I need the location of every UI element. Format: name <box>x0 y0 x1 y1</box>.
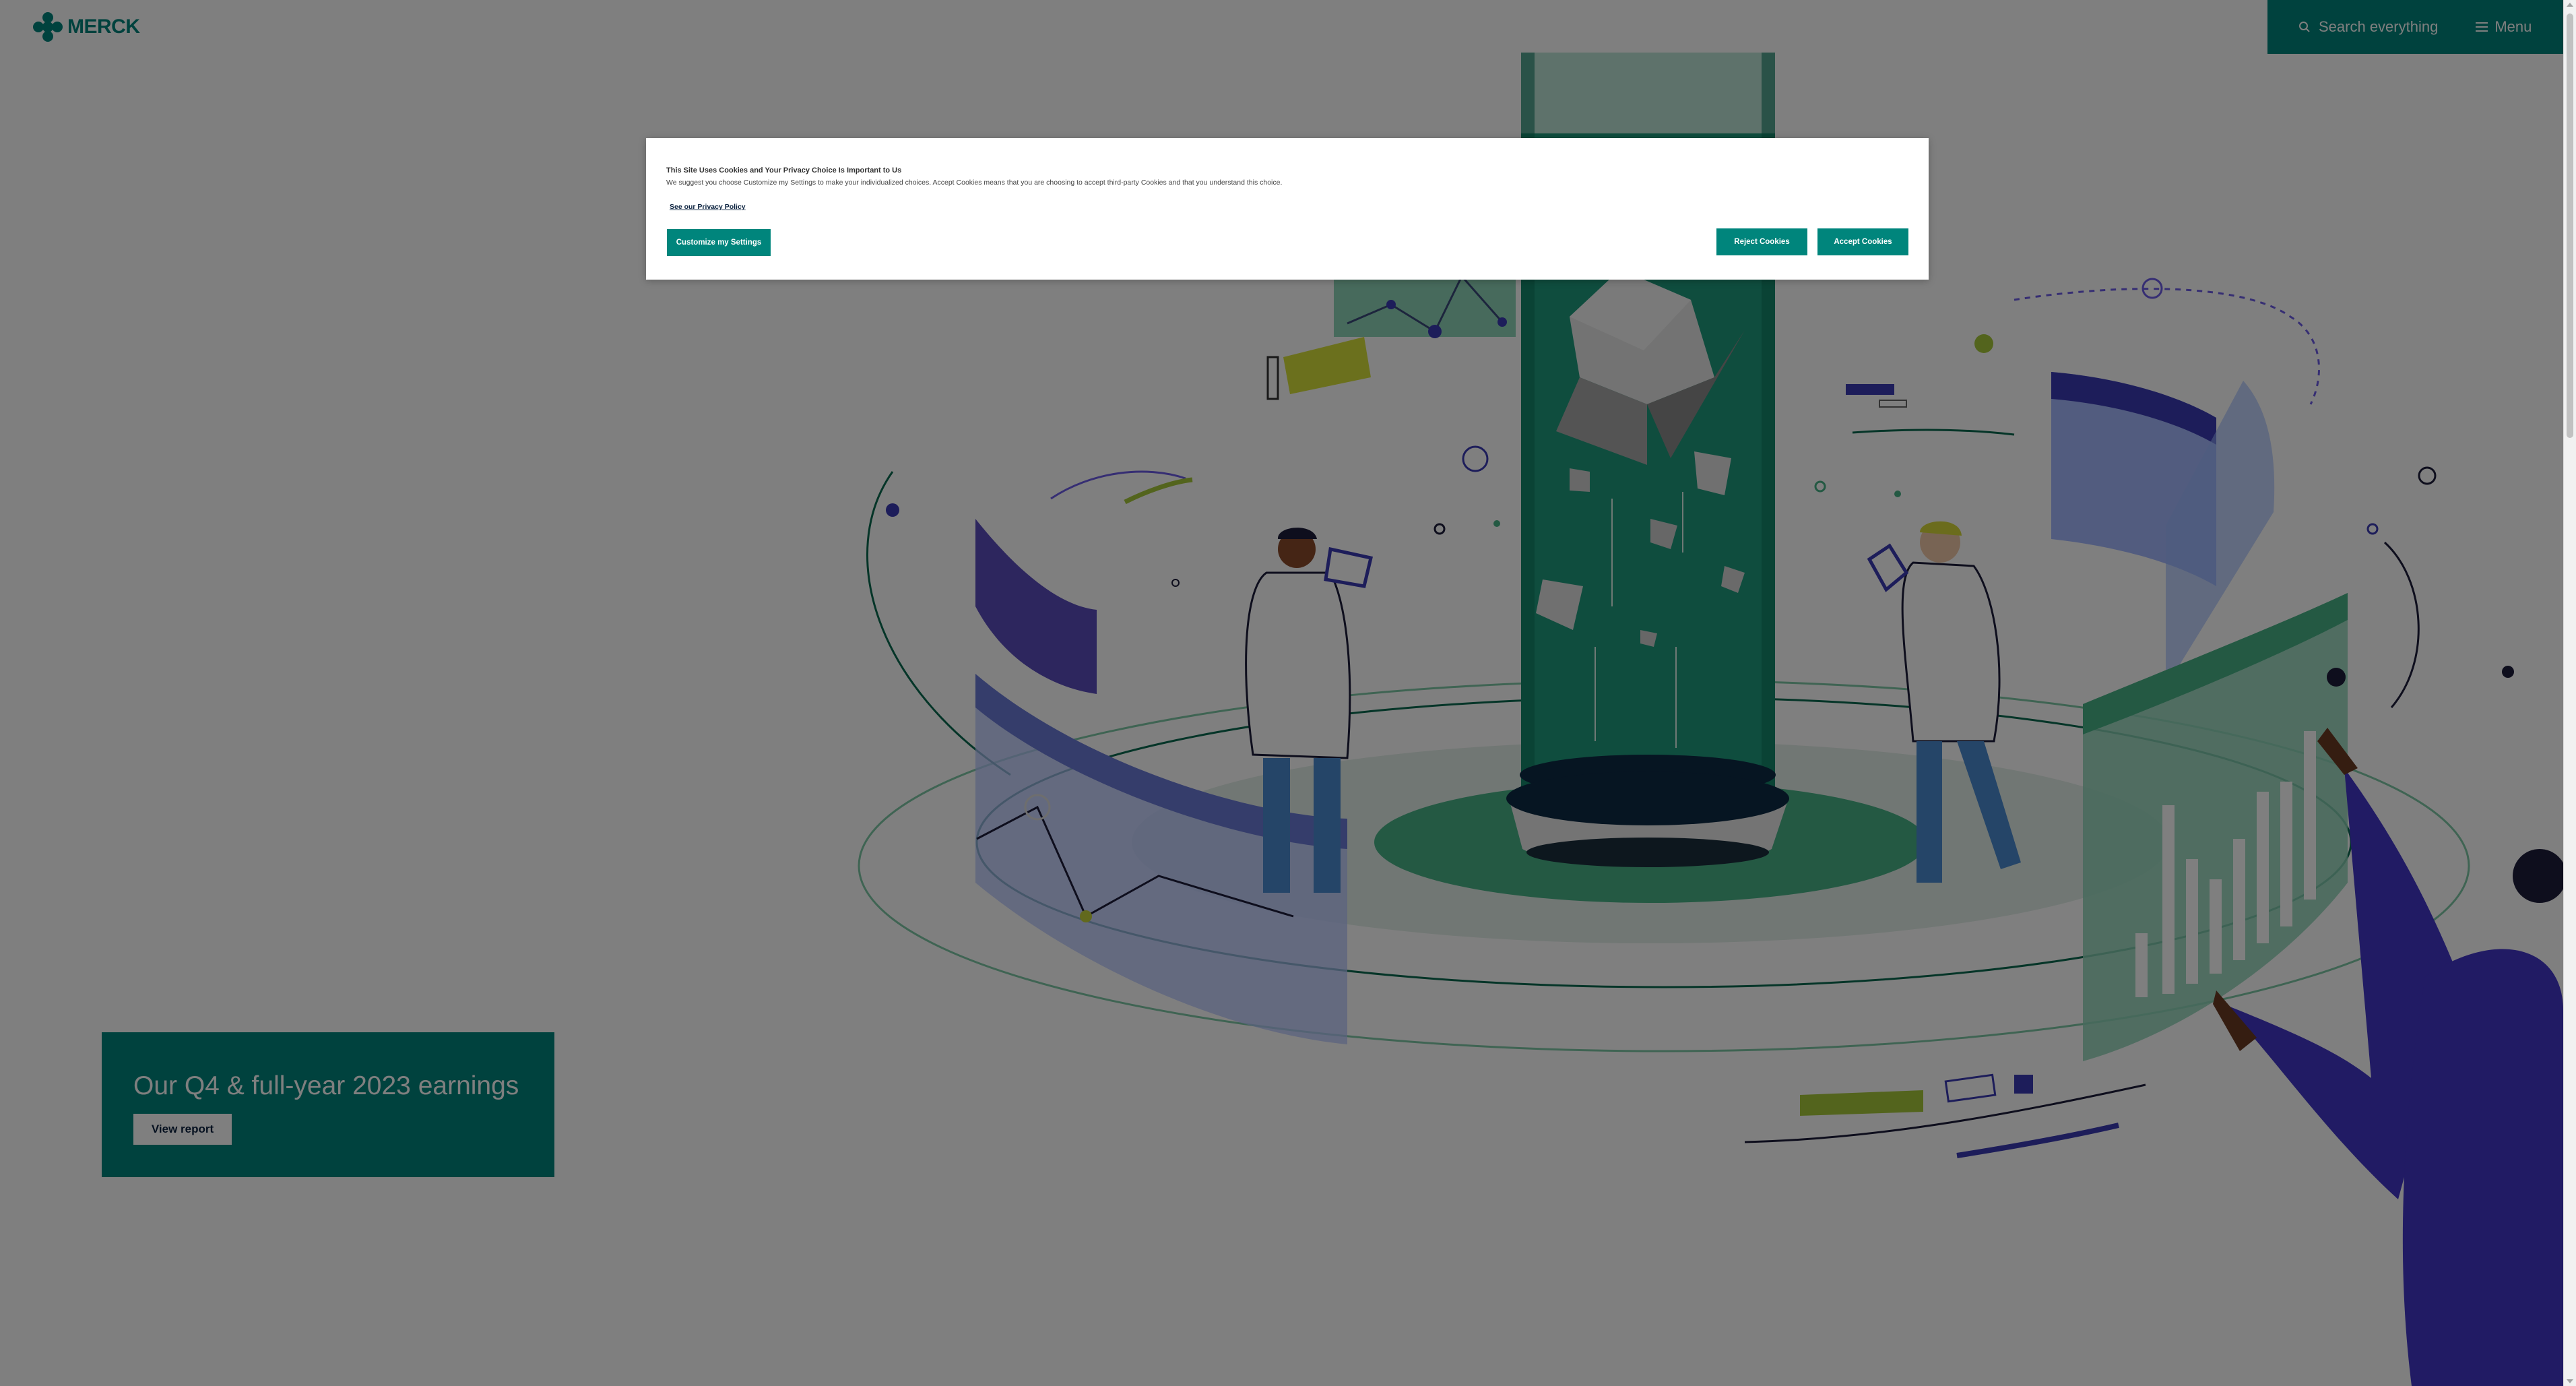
scroll-down-icon[interactable] <box>2567 1379 2573 1383</box>
accept-cookies-button[interactable]: Accept Cookies <box>1817 228 1908 255</box>
cookie-banner-text: We suggest you choose Customize my Setti… <box>666 179 1283 187</box>
scroll-up-icon[interactable] <box>2567 3 2573 7</box>
customize-settings-button[interactable]: Customize my Settings <box>667 229 771 256</box>
privacy-policy-link[interactable]: See our Privacy Policy <box>670 203 746 211</box>
page-scrollbar[interactable] <box>2563 0 2576 1386</box>
cookie-banner-title: This Site Uses Cookies and Your Privacy … <box>666 166 902 175</box>
cookie-banner: This Site Uses Cookies and Your Privacy … <box>646 138 1929 280</box>
scrollbar-thumb[interactable] <box>2567 13 2573 438</box>
reject-cookies-button[interactable]: Reject Cookies <box>1716 228 1807 255</box>
